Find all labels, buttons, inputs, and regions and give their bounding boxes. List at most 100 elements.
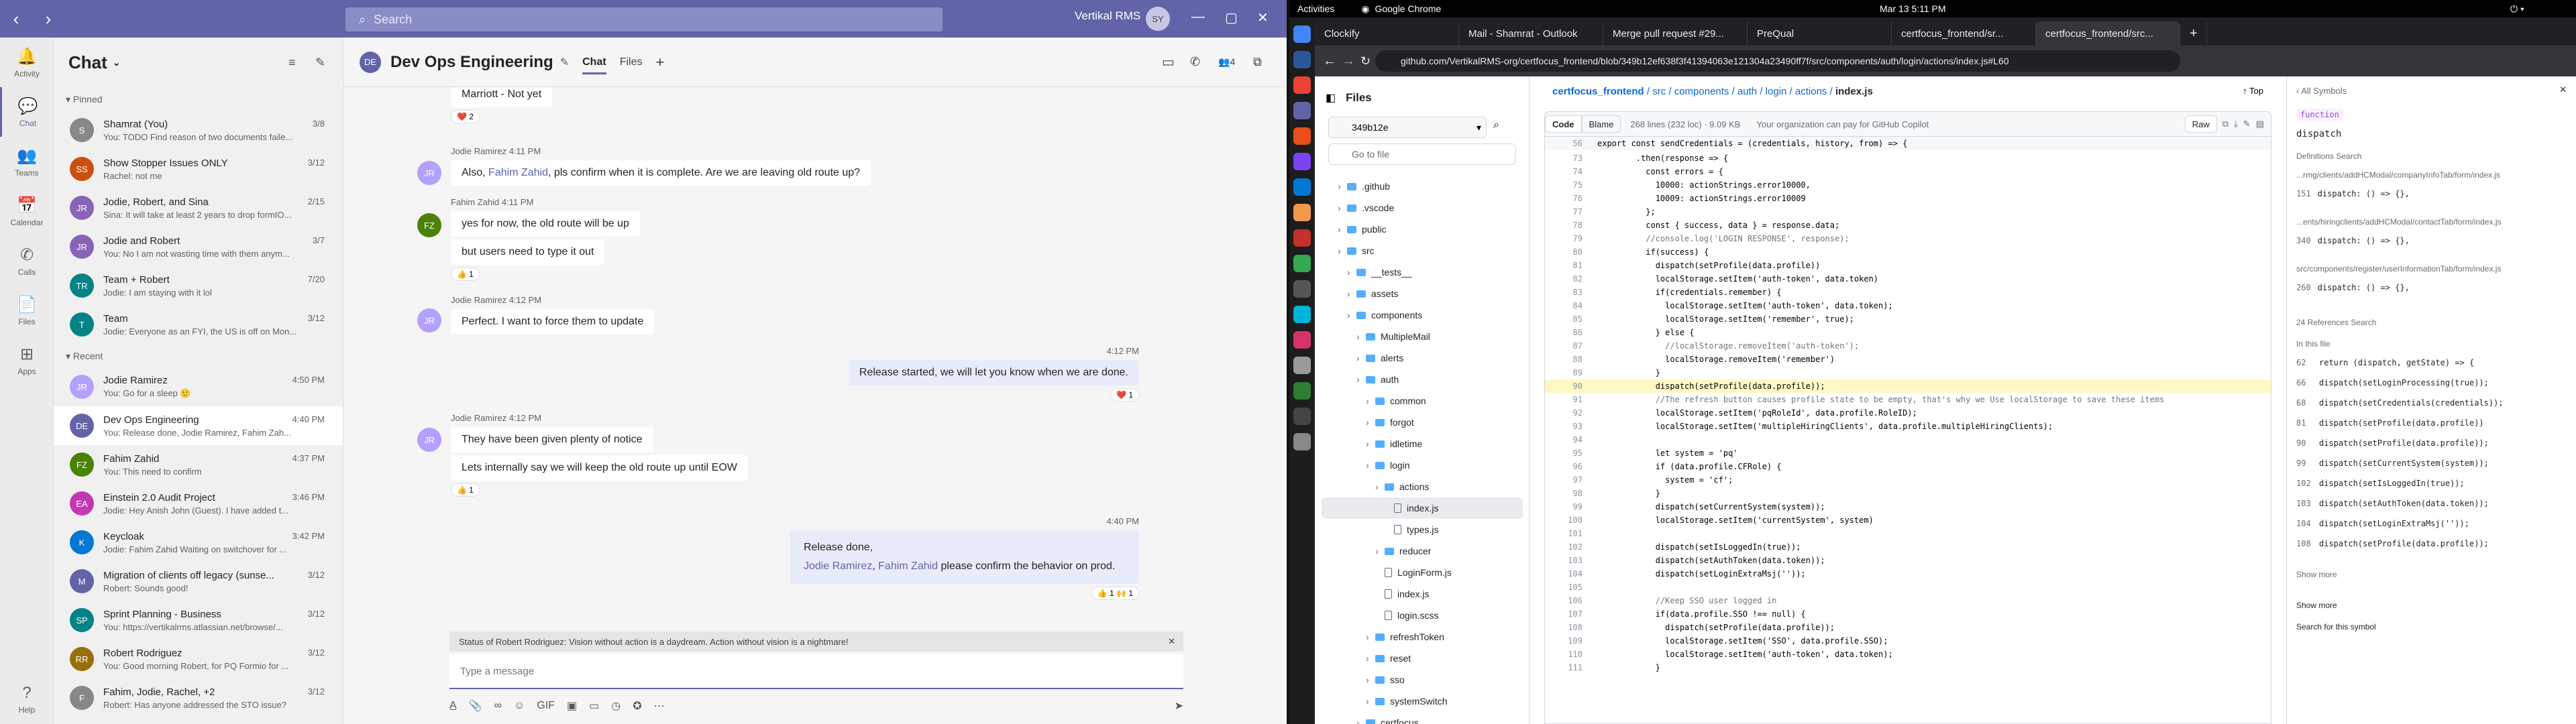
breadcrumb-link[interactable]: login [1766, 86, 1787, 97]
reference-item[interactable]: 90 dispatch(setProfile(data.profile)); [2296, 438, 2489, 448]
active-app-name[interactable]: Google Chrome [1375, 3, 1441, 14]
dock-app-icon[interactable] [1293, 280, 1311, 298]
sticker-icon[interactable]: ▣ [567, 699, 577, 713]
code-line[interactable]: 107 if(data.profile.SSO !== null) { [1545, 607, 2271, 621]
emoji-icon[interactable]: ☺ [514, 700, 525, 712]
code-line[interactable]: 109 localStorage.setItem('SSO', data.pro… [1545, 634, 2271, 648]
search-icon[interactable]: ⌕ [1493, 119, 1499, 131]
tree-folder[interactable]: › components [1322, 304, 1523, 326]
code-line[interactable]: 97 system = 'cf'; [1545, 473, 2271, 487]
code-line[interactable]: 111 } [1545, 661, 2271, 674]
reference-item[interactable]: 66 dispatch(setLoginProcessing(true)); [2296, 378, 2489, 387]
line-number[interactable]: 73 [1545, 152, 1582, 165]
code-tab[interactable]: Code [1545, 115, 1582, 133]
dock-app-icon[interactable] [1293, 229, 1311, 247]
definitions-search[interactable]: Search [2336, 152, 2361, 161]
rail-item-calendar[interactable]: 📅 Calendar [0, 186, 54, 236]
close-icon[interactable]: ✕ [2559, 84, 2567, 95]
dock-app-icon[interactable] [1293, 76, 1311, 94]
code-line[interactable]: 82 localStorage.setItem('auth-token', da… [1545, 272, 2271, 286]
rail-item-chat[interactable]: 💬 Chat [0, 87, 54, 137]
tree-folder[interactable]: › __tests__ [1322, 261, 1523, 283]
code-line[interactable]: 98 } [1545, 487, 2271, 500]
line-number[interactable]: 81 [1545, 259, 1582, 272]
tree-folder[interactable]: › certfocus [1322, 712, 1523, 724]
dock-app-icon[interactable] [1293, 433, 1311, 450]
reaction-badge[interactable]: ❤️ 1 [1110, 388, 1139, 402]
tree-file[interactable]: LoginForm.js [1322, 562, 1523, 583]
rail-item-activity[interactable]: 🔔 Activity [0, 38, 54, 87]
maximize-icon[interactable]: ▢ [1225, 9, 1238, 26]
reaction-badge[interactable]: 👍 1 🙌 1 [1091, 587, 1139, 600]
chat-list-item[interactable]: F Fahim, Jodie, Rachel, +2 3/12 Robert: Has… [54, 678, 343, 717]
chat-list-item[interactable]: FZ Fahim Zahid 4:37 PM You: This need to co… [54, 445, 343, 484]
chat-list-item[interactable]: M Migration of clients off legacy (sunse.… [54, 562, 343, 601]
system-tray-icon[interactable]: ⏻ ▾ [2510, 3, 2524, 15]
copilot-note[interactable]: Your organization can pay for GitHub Cop… [1756, 119, 1929, 129]
participants-button[interactable]: 👥4 [1218, 56, 1235, 68]
reference-item[interactable]: 62 return (dispatch, getState) => { [2296, 358, 2474, 367]
line-number[interactable]: 102 [1545, 540, 1582, 554]
chat-list-item[interactable]: DE Dev Ops Engineering 4:40 PM You: Release… [54, 406, 343, 445]
tree-file[interactable]: index.js [1322, 583, 1523, 605]
chat-list-title[interactable]: Chat [68, 52, 107, 73]
line-number[interactable]: 82 [1545, 272, 1582, 286]
tree-folder[interactable]: › actions [1322, 476, 1523, 497]
dock-app-icon[interactable] [1293, 306, 1311, 323]
chat-list-item[interactable]: K Keycloak 3:42 PM Jodie: Fahim Zahid Waiti… [54, 523, 343, 562]
audio-call-icon[interactable]: ✆ [1190, 55, 1200, 69]
mention-link[interactable]: Fahim Zahid [488, 167, 548, 178]
reaction-badge[interactable]: 👍 1 [451, 483, 480, 497]
breadcrumb-link[interactable]: components [1674, 86, 1729, 97]
tree-file[interactable]: types.js [1322, 519, 1523, 540]
dock-app-icon[interactable] [1293, 25, 1311, 43]
reaction-badge[interactable]: ❤️ 2 [451, 110, 480, 123]
send-icon[interactable]: ➤ [1175, 699, 1183, 713]
code-line[interactable]: 87 //localStorage.removeItem('auth-token… [1545, 339, 2271, 353]
line-number[interactable]: 95 [1545, 446, 1582, 460]
url-input[interactable]: github.com/VertikalRMS-org/certfocus_fro… [1375, 50, 2180, 72]
line-number[interactable]: 100 [1545, 514, 1582, 527]
chat-list-item[interactable]: RR Robert Rodriguez 3/12 You: Good morning … [54, 640, 343, 678]
code-line[interactable]: 92 localStorage.setItem('pqRoleId', data… [1545, 406, 2271, 420]
search-symbol-link[interactable]: Search for this symbol [2296, 622, 2376, 631]
mention-link[interactable]: Jodie Ramirez [804, 560, 872, 572]
tree-folder[interactable]: › idletime [1322, 433, 1523, 455]
dock-app-icon[interactable] [1293, 382, 1311, 400]
chat-list-item[interactable]: SP Sprint Planning - Business 3/12 You: htt… [54, 601, 343, 640]
gif-icon[interactable]: GIF [537, 700, 555, 712]
reference-item[interactable]: 99 dispatch(setCurrentSystem(system)); [2296, 459, 2489, 468]
definition-item[interactable]: 260 dispatch: () => {}, [2296, 283, 2410, 292]
line-number[interactable]: 87 [1545, 339, 1582, 353]
code-line[interactable]: 104 dispatch(setLoginExtraMsj('')); [1545, 567, 2271, 581]
chat-list-item[interactable]: JR Jodie, Robert, and Sina 2/15 Sina: It wi… [54, 188, 343, 227]
line-number[interactable]: 105 [1545, 581, 1582, 594]
rail-item-calls[interactable]: ✆ Calls [0, 236, 54, 286]
tree-folder[interactable]: › sso [1322, 669, 1523, 690]
tree-folder[interactable]: › systemSwitch [1322, 690, 1523, 712]
code-line[interactable]: 99 dispatch(setCurrentSystem(system)); [1545, 500, 2271, 514]
line-number[interactable]: 76 [1545, 192, 1582, 205]
avatar[interactable]: JR [417, 308, 441, 333]
close-icon[interactable]: ✕ [1257, 9, 1269, 26]
dock-app-icon[interactable] [1293, 204, 1311, 221]
code-line[interactable]: 78 const { success, data } = response.da… [1545, 219, 2271, 232]
line-number[interactable]: 79 [1545, 232, 1582, 245]
code-line[interactable]: 93 localStorage.setItem('multipleHiringC… [1545, 420, 2271, 433]
reference-item[interactable]: 108 dispatch(setProfile(data.profile)); [2296, 539, 2489, 548]
message-compose-box[interactable]: Type a message [449, 654, 1183, 689]
tree-folder[interactable]: › common [1322, 390, 1523, 412]
sidebar-toggle-icon[interactable]: ◧ [1326, 91, 1336, 105]
tree-folder[interactable]: › .vscode [1322, 197, 1523, 219]
schedule-icon[interactable]: ◷ [611, 699, 621, 713]
line-number[interactable]: 101 [1545, 527, 1582, 540]
code-line[interactable]: 74 const errors = { [1545, 165, 2271, 178]
code-line[interactable]: 94 [1545, 433, 2271, 446]
definition-path[interactable]: ...ents/hiringclients/addHCModal/contact… [2296, 217, 2501, 227]
add-tab-icon[interactable]: + [655, 54, 664, 71]
definition-path[interactable]: ...rmg/clients/addHCModal/companyInfoTab… [2296, 170, 2500, 180]
minimize-icon[interactable]: — [1191, 9, 1205, 25]
video-call-icon[interactable]: ▭ [1162, 54, 1175, 70]
reference-item[interactable]: 102 dispatch(setIsLoggedIn(true)); [2296, 479, 2465, 488]
back-icon[interactable]: ← [1323, 54, 1336, 69]
